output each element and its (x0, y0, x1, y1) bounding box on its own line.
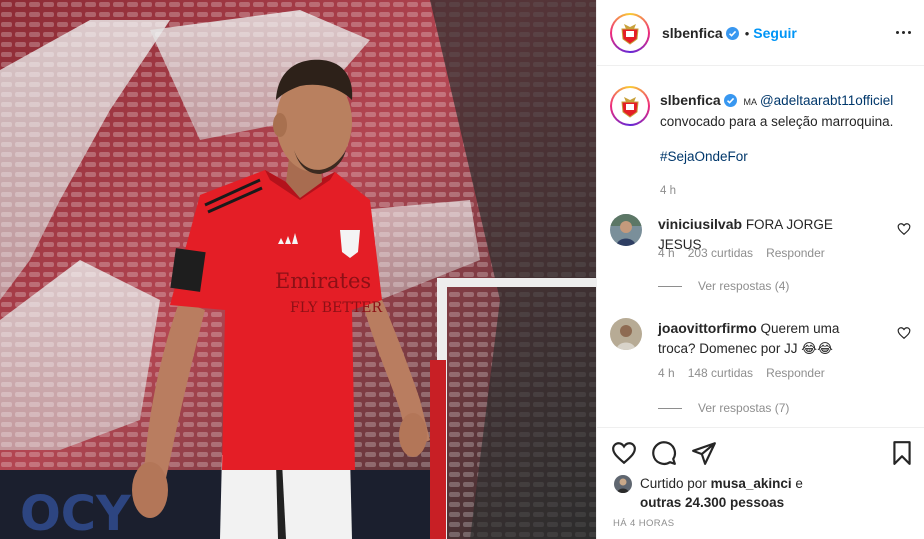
post-caption: slbenfica MA @adeltaarabt11officiel convo… (610, 86, 915, 197)
comment-meta: 4 h 148 curtidas Responder (658, 366, 825, 380)
view-replies-button[interactable]: Ver respostas (7) (658, 401, 789, 415)
country-flag-tag: MA (743, 97, 757, 107)
liked-by-user[interactable]: musa_akinci (711, 476, 792, 491)
liked-by-summary: Curtido por musa_akinci e outras 24.300 … (614, 474, 840, 512)
liker-photo (614, 475, 632, 493)
player-photo-illustration: OCY Emirates FLY BETTER (0, 0, 596, 539)
post-actions: Curtido por musa_akinci e outras 24.300 … (597, 427, 924, 539)
caption-avatar[interactable] (610, 86, 650, 126)
commenter-photo (610, 318, 642, 350)
benfica-crest-icon (621, 23, 639, 45)
caption-mention-link[interactable]: @adeltaarabt11officiel (760, 93, 893, 108)
comment-username[interactable]: viniciusilvab (658, 216, 742, 232)
comment-body: joaovittorfirmo Querem uma troca? Domene… (658, 318, 878, 359)
caption-text: convocado para a seleção marroquina. (660, 114, 894, 129)
view-replies-button[interactable]: Ver respostas (4) (658, 279, 789, 293)
liked-by-others[interactable]: outras 24.300 pessoas (640, 495, 784, 510)
profile-avatar[interactable] (610, 12, 650, 53)
post-photo[interactable]: OCY Emirates FLY BETTER (0, 0, 596, 539)
comment-username[interactable]: joaovittorfirmo (658, 320, 757, 336)
svg-text:Emirates: Emirates (275, 269, 371, 293)
comment-item: joaovittorfirmo Querem uma troca? Domene… (610, 318, 915, 418)
comment-time: 4 h (658, 246, 675, 260)
comment-likes[interactable]: 148 curtidas (688, 366, 753, 380)
heart-icon[interactable] (897, 326, 911, 340)
header-separator: • (744, 25, 750, 41)
header-username[interactable]: slbenfica (662, 25, 723, 41)
reply-button[interactable]: Responder (766, 366, 825, 380)
view-replies-divider (658, 285, 682, 287)
share-icon[interactable] (691, 440, 717, 466)
caption-hashtag-link[interactable]: #SejaOndeFor (660, 147, 912, 167)
comment-icon[interactable] (651, 440, 677, 466)
commenter-avatar[interactable] (610, 318, 642, 350)
liked-by-conjunction: e (795, 476, 803, 491)
view-replies-divider (658, 407, 682, 409)
comment-likes[interactable]: 203 curtidas (688, 246, 753, 260)
commenter-photo (610, 214, 642, 246)
caption-time: 4 h (660, 185, 676, 197)
reply-button[interactable]: Responder (766, 246, 825, 260)
follow-button[interactable]: Seguir (753, 25, 797, 41)
more-options-icon[interactable] (893, 22, 913, 42)
svg-text:FLY BETTER: FLY BETTER (290, 300, 382, 316)
commenter-avatar[interactable] (610, 214, 642, 246)
svg-text:OCY: OCY (20, 486, 132, 539)
post-timestamp[interactable]: HÁ 4 HORAS (613, 518, 675, 529)
verified-badge-icon (725, 26, 739, 40)
caption-text-block: slbenfica MA @adeltaarabt11officiel convo… (660, 90, 912, 201)
benfica-crest-icon (621, 97, 639, 118)
comment-time: 4 h (658, 366, 675, 380)
comment-item: viniciusilvab FORA JORGE JESUS 4 h 203 c… (610, 214, 915, 294)
heart-icon[interactable] (897, 222, 911, 236)
comment-meta: 4 h 203 curtidas Responder (658, 246, 825, 260)
liker-avatar[interactable] (614, 475, 632, 493)
bookmark-icon[interactable] (889, 440, 915, 466)
liked-by-text: Curtido por musa_akinci e outras 24.300 … (640, 474, 840, 512)
view-replies-label: Ver respostas (7) (698, 401, 790, 415)
post-header: slbenfica • Seguir (597, 0, 924, 66)
instagram-post: OCY Emirates FLY BETTER slbenfica • Segu… (0, 0, 924, 539)
caption-username[interactable]: slbenfica (660, 92, 721, 108)
heart-icon[interactable] (611, 440, 637, 466)
post-side-panel: slbenfica • Seguir slbenfica MA @adeltaarab… (596, 0, 924, 539)
view-replies-label: Ver respostas (4) (698, 279, 790, 293)
verified-badge-icon (723, 94, 737, 107)
liked-by-prefix: Curtido por (640, 476, 707, 491)
